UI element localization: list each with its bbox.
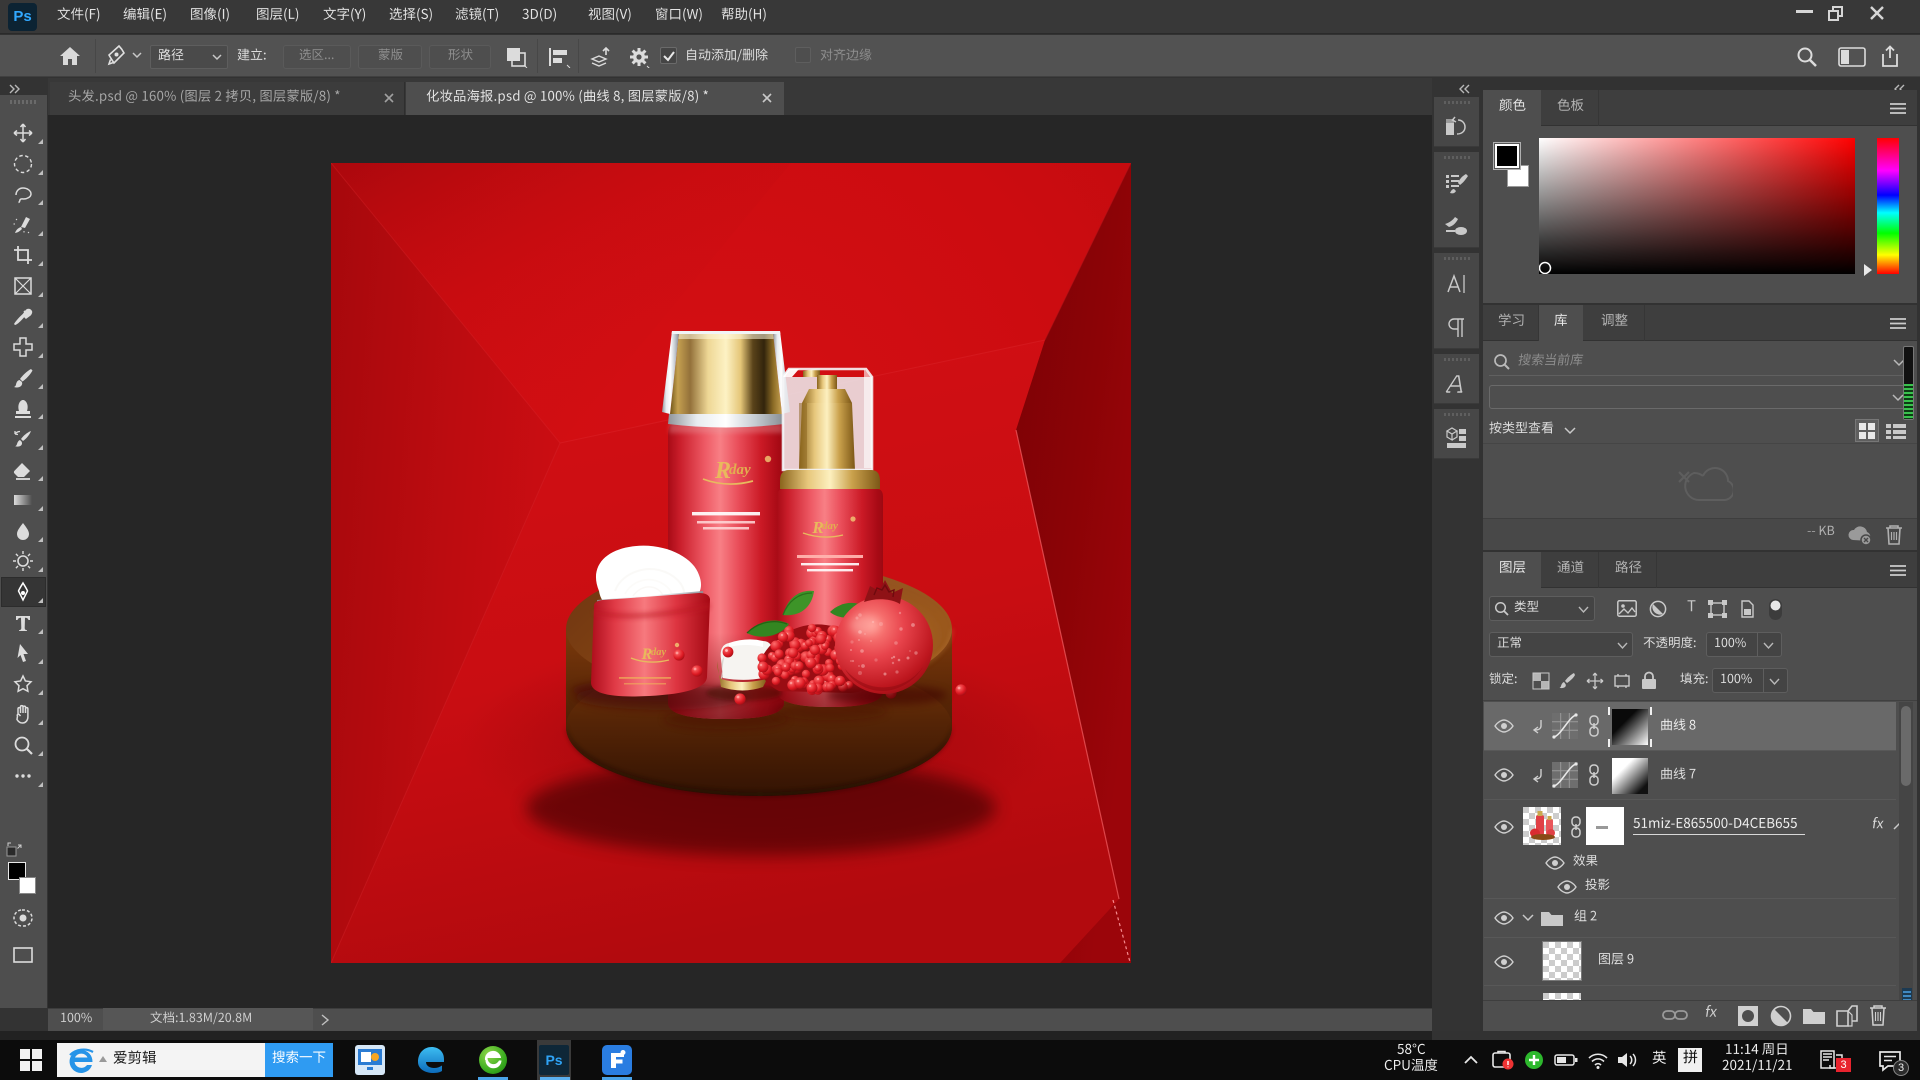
- svg-text:day: day: [729, 462, 751, 478]
- svg-text:day: day: [822, 520, 838, 532]
- svg-text:day: day: [651, 647, 667, 658]
